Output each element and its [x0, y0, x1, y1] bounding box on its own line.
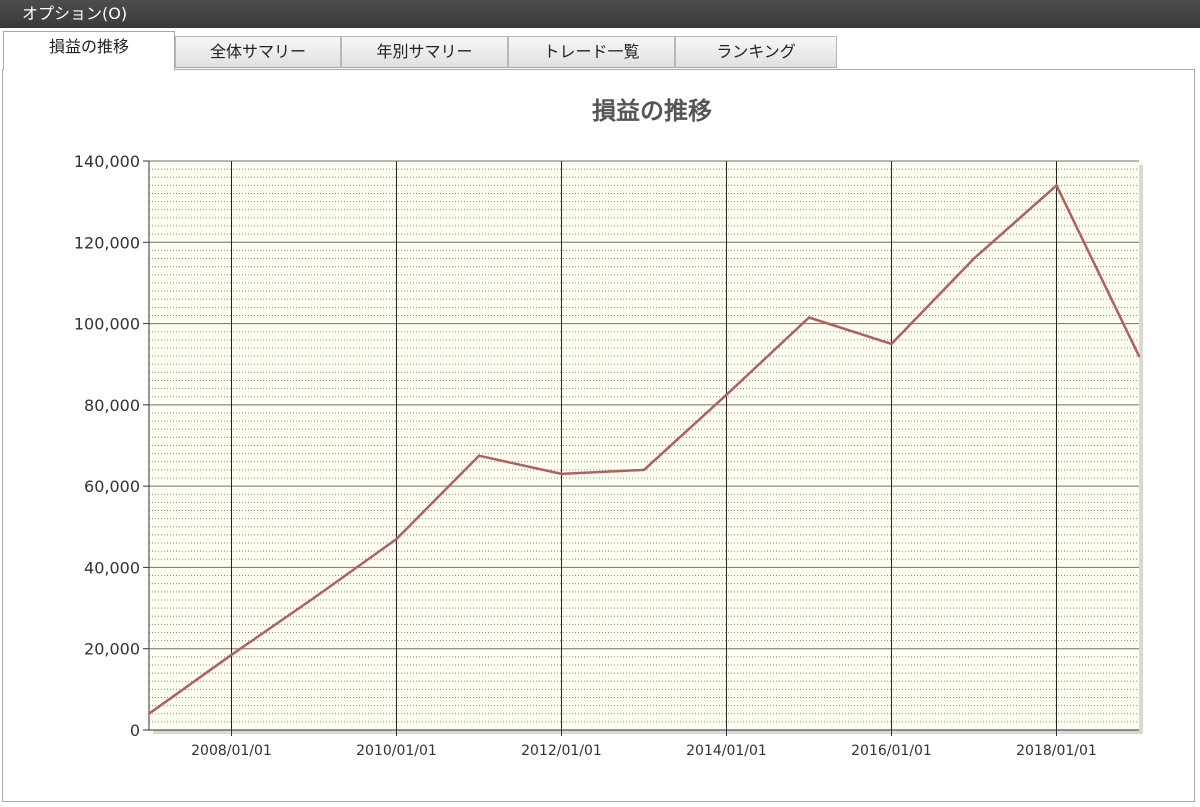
tab-overall-summary[interactable]: 全体サマリー [175, 36, 341, 68]
data-point [312, 596, 316, 600]
x-tick-label: 2012/01/01 [521, 743, 602, 759]
chart-panel: 0 20,000 40,000 60,000 80,000 100,000 120,000 1… [2, 69, 1195, 802]
y-tick-label: 80,000 [84, 396, 140, 415]
y-tick-label: 20,000 [84, 640, 140, 659]
y-tick-label: 60,000 [84, 477, 140, 496]
data-point [230, 653, 233, 657]
tab-yearly-summary[interactable]: 年別サマリー [341, 36, 508, 68]
data-point [1137, 354, 1141, 358]
menu-bar: オプション(O) [0, 0, 1200, 28]
profit-chart: 0 20,000 40,000 60,000 80,000 100,000 120,000 1… [74, 97, 1143, 759]
y-tick-label: 0 [130, 721, 140, 740]
y-tick-label: 40,000 [84, 558, 140, 577]
tab-profit-trend[interactable]: 損益の推移 [3, 31, 175, 70]
x-tick-label: 2010/01/01 [356, 743, 437, 759]
x-tick-label: 2014/01/01 [686, 743, 767, 759]
tab-ranking[interactable]: ランキング [675, 36, 837, 68]
y-tick-label: 120,000 [74, 233, 140, 252]
data-point [1055, 184, 1058, 187]
data-point [972, 257, 976, 260]
y-tick-label: 140,000 [74, 152, 140, 171]
x-tick-label: 2008/01/01 [191, 743, 272, 759]
data-point [477, 454, 481, 457]
x-tick-label: 2018/01/01 [1016, 743, 1097, 759]
data-point [807, 316, 811, 319]
tab-strip: 損益の推移 全体サマリー 年別サマリー トレード一覧 ランキング [0, 28, 1200, 70]
menu-options[interactable]: オプション(O) [22, 4, 127, 24]
y-tick-label: 100,000 [74, 315, 140, 334]
x-tick-label: 2016/01/01 [851, 743, 932, 759]
chart-title: 損益の推移 [592, 97, 712, 125]
data-point [725, 393, 728, 396]
data-point [147, 712, 151, 715]
data-point [890, 342, 893, 346]
data-point [642, 468, 646, 472]
data-point [560, 472, 563, 476]
tab-trade-list[interactable]: トレード一覧 [508, 36, 675, 68]
data-point [395, 537, 398, 541]
